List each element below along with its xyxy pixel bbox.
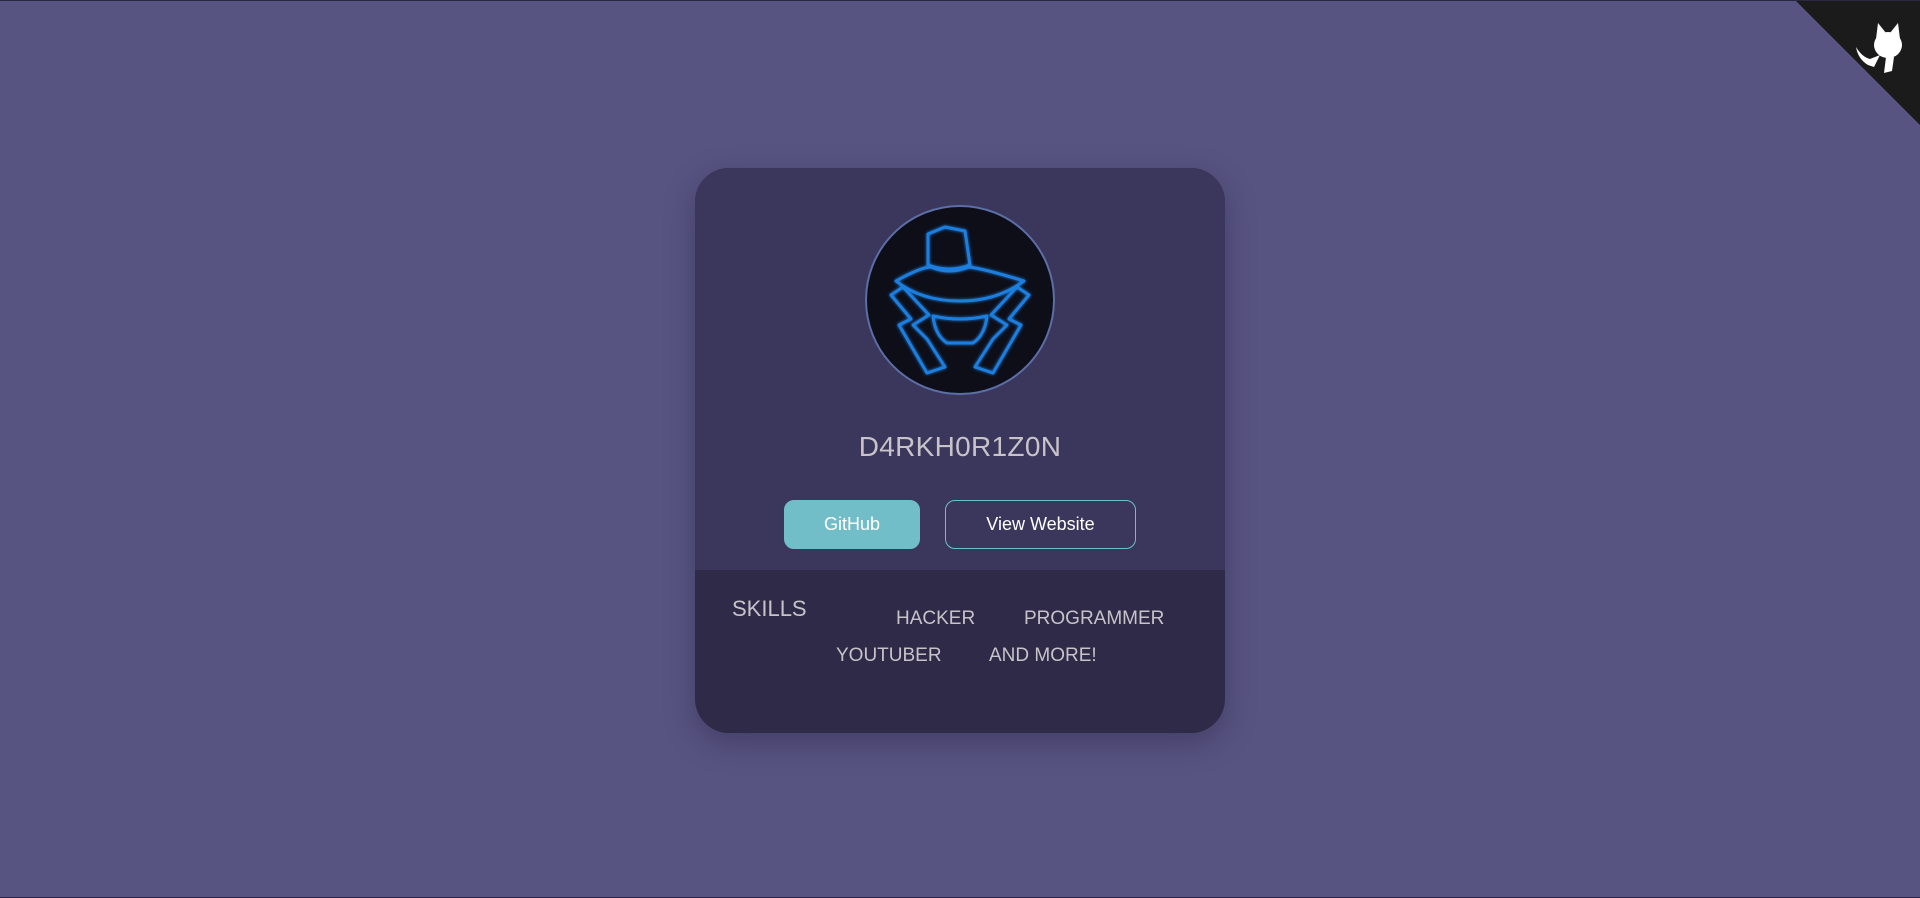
profile-name: D4RKH0R1Z0N bbox=[858, 431, 1062, 462]
skill-and-more: AND MORE! bbox=[989, 645, 1097, 666]
skills-title: SKILLS bbox=[732, 596, 807, 621]
avatar bbox=[865, 205, 1055, 395]
profile-card: D4RKH0R1Z0N GitHub View Website SKILLS H… bbox=[695, 168, 1225, 733]
skill-youtuber: YOUTUBER bbox=[836, 645, 942, 666]
hooded-hacker-icon bbox=[889, 225, 1031, 375]
view-website-button[interactable]: View Website bbox=[945, 500, 1136, 549]
skill-programmer: PROGRAMMER bbox=[1024, 608, 1165, 629]
github-corner-link[interactable] bbox=[1796, 1, 1920, 125]
card-header: D4RKH0R1Z0N GitHub View Website bbox=[695, 168, 1225, 570]
github-corner-icon bbox=[1796, 1, 1920, 125]
github-button[interactable]: GitHub bbox=[784, 500, 920, 549]
skill-hacker: HACKER bbox=[896, 608, 976, 629]
